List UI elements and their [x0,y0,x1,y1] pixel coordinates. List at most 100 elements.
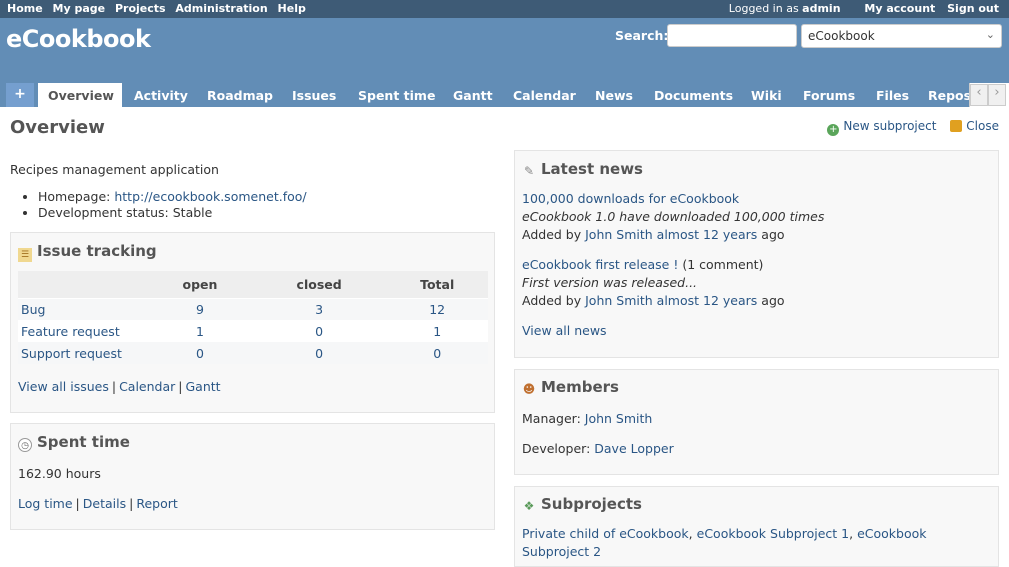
support-closed-link[interactable]: 0 [315,346,323,361]
bug-open-link[interactable]: 9 [196,302,204,317]
search-input[interactable] [667,24,797,47]
top-menu-home[interactable]: Home [7,2,43,15]
spent-hours: 162.90 hours [18,466,101,481]
news-title-link[interactable]: 100,000 downloads for eCookbook [522,191,739,206]
issue-tracking-title: ☰ Issue tracking [18,242,157,262]
chevron-down-icon: ⌄ [985,28,995,41]
tab-files[interactable]: Files [876,83,909,107]
issue-tracking-links: View all issues | Calendar | Gantt [18,379,221,394]
group-icon: ☻ [522,382,536,396]
news-author-link[interactable]: John Smith [585,227,653,242]
tracker-feature-link[interactable]: Feature request [21,324,120,339]
top-menu-help[interactable]: Help [278,2,306,15]
sign-out-link[interactable]: Sign out [947,2,999,15]
dev-status-item: Development status: Stable [38,205,307,221]
members-title: ☻ Members [522,378,619,396]
spent-time-title: ◷ Spent time [18,433,130,452]
news-time-link[interactable]: almost 12 years [657,227,758,242]
tab-overview[interactable]: Overview [38,83,122,107]
tab-wiki[interactable]: Wiki [751,83,782,107]
support-open-link[interactable]: 0 [196,346,204,361]
tracker-support-link[interactable]: Support request [21,346,122,361]
top-menu-administration[interactable]: Administration [175,2,267,15]
logged-as: Logged in as admin [728,2,841,15]
new-subproject-link[interactable]: + New subproject [827,119,936,136]
chevron-left-icon[interactable]: ‹ [970,84,988,106]
members-box: ☻ Members Manager: John Smith Developer: … [514,369,999,475]
manager-link[interactable]: John Smith [585,411,653,426]
feature-total-link[interactable]: 1 [433,324,441,339]
feature-closed-link[interactable]: 0 [315,324,323,339]
latest-news-title: ✎ Latest news [523,160,643,178]
latest-news-box: ✎ Latest news 100,000 downloads for eCook… [514,150,999,358]
main-menu-tabs: + Overview Activity Roadmap Issues Spent… [0,83,1009,107]
subprojects-box: ❖ Subprojects Private child of eCookbook,… [514,486,999,567]
top-menu-projects[interactable]: Projects [115,2,166,15]
tab-roadmap[interactable]: Roadmap [207,83,273,107]
developer-link[interactable]: Dave Lopper [594,441,673,456]
subproject-link[interactable]: Private child of eCookbook [522,526,689,541]
project-description: Recipes management application [10,162,219,177]
news-item: 100,000 downloads for eCookbook eCookboo… [522,190,824,244]
tab-documents[interactable]: Documents [654,83,733,107]
manager-line: Manager: John Smith [522,411,653,426]
new-object-tab[interactable]: + [6,83,34,107]
tab-spent-time[interactable]: Spent time [358,83,435,107]
news-item: eCookbook first release ! (1 comment) Fi… [522,256,785,310]
tab-activity[interactable]: Activity [134,83,188,107]
lock-icon [950,120,963,132]
add-icon: + [827,124,840,136]
close-project-link[interactable]: Close [950,119,999,133]
bug-closed-link[interactable]: 3 [315,302,323,317]
tab-calendar[interactable]: Calendar [513,83,576,107]
project-jump-value: eCookbook [808,29,875,43]
details-link[interactable]: Details [83,496,126,511]
dev-status-value: Stable [172,205,213,220]
subproject-link[interactable]: eCookbook Subproject 1 [697,526,850,541]
my-account-link[interactable]: My account [864,2,935,15]
view-all-news-link[interactable]: View all news [522,323,607,338]
issues-icon: ☰ [18,248,32,262]
homepage-item: Homepage: http://ecookbook.somenet.foo/ [38,189,307,205]
project-info-list: Homepage: http://ecookbook.somenet.foo/ … [38,189,307,221]
tab-gantt[interactable]: Gantt [453,83,493,107]
top-menu-my-page[interactable]: My page [53,2,106,15]
chevron-right-icon[interactable]: › [988,84,1006,106]
news-author-link[interactable]: John Smith [585,293,653,308]
tab-issues[interactable]: Issues [292,83,336,107]
project-jump-select[interactable]: eCookbook ⌄ [801,24,1002,48]
bug-total-link[interactable]: 12 [429,302,445,317]
col-open: open [148,271,252,299]
table-row: Feature request 1 0 1 [18,320,488,342]
contextual-actions: + New subproject Close [817,119,999,136]
col-total: Total [386,271,488,299]
news-summary: First version was released... [522,275,698,290]
tab-forums[interactable]: Forums [803,83,855,107]
logged-user-link[interactable]: admin [802,2,840,15]
log-time-link[interactable]: Log time [18,496,73,511]
developer-line: Developer: Dave Lopper [522,441,674,456]
calendar-link[interactable]: Calendar [119,379,175,394]
homepage-link[interactable]: http://ecookbook.somenet.foo/ [114,189,306,204]
tab-news[interactable]: News [595,83,633,107]
tracker-bug-link[interactable]: Bug [21,302,45,317]
project-title: eCookbook [6,25,151,53]
top-menu-right: Logged in as admin My account Sign out [729,2,999,15]
spent-time-links: Log time | Details | Report [18,496,178,511]
tab-scroll-controls: ‹ › [969,83,1009,107]
news-summary: eCookbook 1.0 have downloaded 100,000 ti… [522,209,825,224]
col-tracker [18,271,148,299]
table-row: Bug 9 3 12 [18,298,488,320]
issue-tracking-box: ☰ Issue tracking open closed Total Bug 9 … [10,232,495,413]
gantt-link[interactable]: Gantt [186,379,221,394]
projects-icon: ❖ [523,499,535,513]
news-title-link[interactable]: eCookbook first release ! [522,257,678,272]
news-time-link[interactable]: almost 12 years [657,293,758,308]
view-all-issues-link[interactable]: View all issues [18,379,109,394]
subprojects-list: Private child of eCookbook, eCookbook Su… [522,526,927,559]
support-total-link[interactable]: 0 [433,346,441,361]
feature-open-link[interactable]: 1 [196,324,204,339]
issue-tracking-table: open closed Total Bug 9 3 12 Feature req… [18,271,488,364]
news-author-line: Added by John Smith almost 12 years ago [522,227,785,242]
report-link[interactable]: Report [136,496,177,511]
